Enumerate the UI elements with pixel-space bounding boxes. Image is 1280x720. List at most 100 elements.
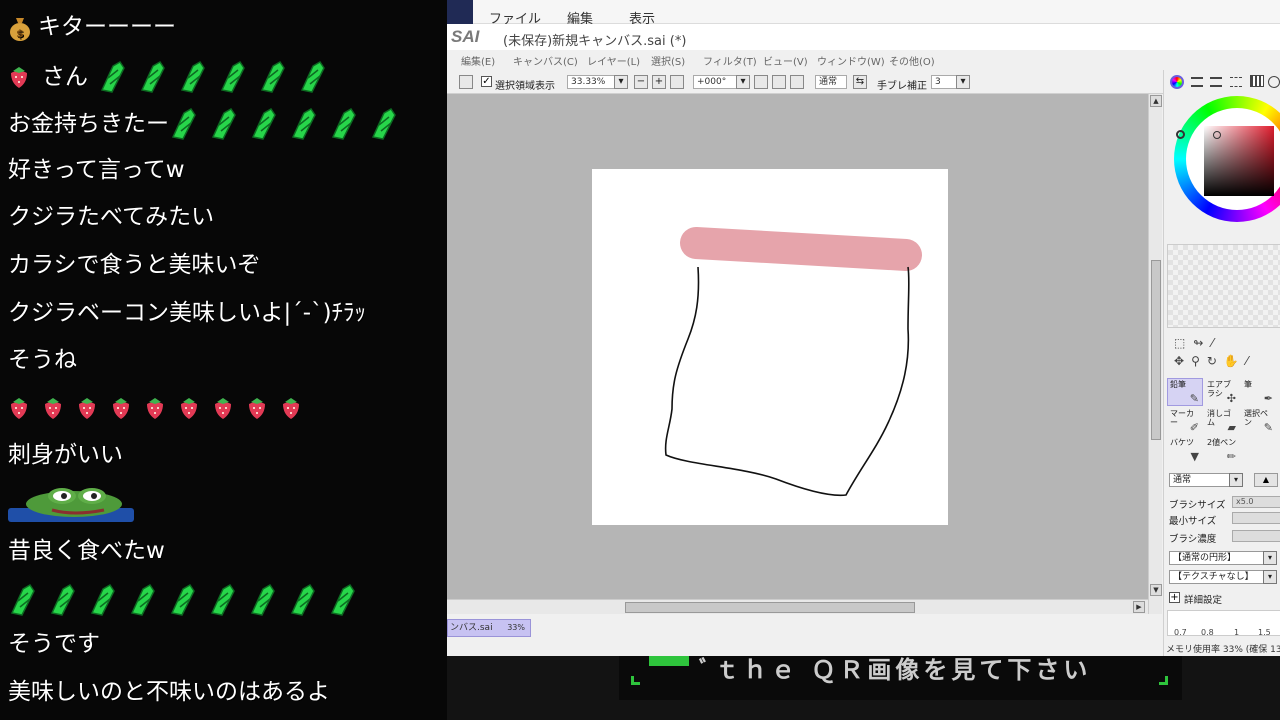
money-bag-icon: $	[10, 17, 30, 41]
vertical-scrollbar[interactable]: ▲ ▼	[1148, 94, 1162, 614]
density-slider[interactable]	[1232, 530, 1280, 542]
canvas-paper[interactable]	[592, 169, 948, 525]
strawberry-icon	[45, 398, 61, 419]
menu-item-window[interactable]: ウィンドウ(W)	[817, 53, 885, 68]
tool-binary-pen[interactable]: 2値ペン ✏	[1204, 436, 1240, 464]
blend-mode-select[interactable]: 通常 ▾	[1169, 473, 1243, 487]
tool-brush[interactable]: 筆 ✒	[1241, 378, 1277, 406]
file-tab[interactable]: ンバス.sai 33%	[447, 619, 531, 637]
horizontal-scrollbar[interactable]: ▶	[447, 599, 1148, 614]
scroll-up-arrow[interactable]: ▲	[1150, 95, 1162, 107]
chat-message	[8, 583, 358, 617]
tool-marker[interactable]: マーカー ✐	[1167, 407, 1203, 435]
strawberry-icon	[11, 398, 27, 419]
tool-binary-pen-label: 2値ペン	[1207, 438, 1237, 447]
chat-message: さん	[8, 60, 328, 94]
pencil-icon: ✎	[1189, 392, 1199, 405]
tool-airbrush[interactable]: エアブラシ ✣	[1204, 378, 1240, 406]
menu-item-layer[interactable]: レイヤー(L)	[587, 53, 640, 68]
lasso-icon[interactable]: ↬	[1193, 336, 1211, 350]
zoom-dropdown[interactable]: ▾	[614, 75, 628, 89]
canvas-area[interactable]	[447, 94, 1148, 599]
green-plant-icon	[290, 584, 315, 616]
frog-emote-icon	[8, 488, 134, 522]
rotate-reset-button[interactable]	[790, 75, 804, 89]
blend-field[interactable]: 通常	[815, 75, 847, 89]
green-plant-icon	[50, 584, 75, 616]
scroll-right-arrow[interactable]: ▶	[1133, 601, 1145, 613]
sai-window: ファイル 編集 表示 SAI (未保存)新規キャンバス.sai (*) 編集(E…	[447, 0, 1280, 656]
eyedropper-icon[interactable]: ⁄	[1246, 354, 1255, 368]
strawberry-icon	[11, 67, 27, 88]
rect-select-icon[interactable]: ⬚	[1174, 336, 1193, 350]
outline-stroke	[664, 266, 910, 497]
menu-item-view[interactable]: ビュー(V)	[763, 53, 808, 68]
flip-button[interactable]: ⇆	[853, 75, 867, 89]
rotate-left-button[interactable]	[754, 75, 768, 89]
color-wheel[interactable]	[1174, 96, 1280, 222]
tool-bucket[interactable]: バケツ ▼	[1167, 436, 1203, 464]
green-plant-icon	[100, 61, 125, 93]
size-preset[interactable]: 0.7	[1174, 628, 1187, 637]
title-bar[interactable]: SAI (未保存)新規キャンバス.sai (*)	[447, 24, 1280, 50]
chat-text: キターーーー	[38, 14, 176, 40]
selection-display-checkbox[interactable]: ✓	[481, 76, 492, 87]
rotation-dropdown[interactable]: ▾	[736, 75, 750, 89]
rgb-slider-tab-icon[interactable]	[1191, 77, 1203, 87]
hand-icon[interactable]: ✋	[1224, 354, 1246, 368]
color-picker[interactable]	[1213, 131, 1221, 139]
toolbar-blank-button[interactable]	[459, 75, 473, 89]
magic-wand-icon[interactable]: ⁄	[1211, 336, 1221, 350]
horizontal-scroll-thumb[interactable]	[625, 602, 915, 613]
move-icon[interactable]: ✥	[1174, 354, 1191, 368]
vertical-scroll-thumb[interactable]	[1151, 260, 1161, 440]
green-plant-icon	[300, 61, 325, 93]
chat-message: お金持ちきたー	[8, 107, 399, 141]
brush-size-label: ブラシサイズ	[1169, 500, 1226, 511]
tool-pencil[interactable]: 鉛筆 ✎	[1167, 378, 1203, 406]
rotate-right-button[interactable]	[772, 75, 786, 89]
overlay-accent-bar	[649, 656, 689, 666]
menu-item-filter[interactable]: フィルタ(T)	[703, 53, 757, 68]
brush-size-slider[interactable]: x5.0	[1232, 496, 1280, 508]
swatch-tab-icon[interactable]	[1250, 75, 1264, 87]
scratchpad-tab-icon[interactable]	[1268, 76, 1280, 88]
airbrush-icon: ✣	[1226, 392, 1236, 405]
menu-item-canvas[interactable]: キャンバス(C)	[513, 53, 578, 68]
zoom-in-button[interactable]: +	[652, 75, 666, 89]
svg-text:$: $	[16, 27, 24, 40]
mixer-tab-icon[interactable]	[1230, 77, 1242, 87]
detail-settings-expander[interactable]: +	[1169, 592, 1180, 603]
min-size-slider[interactable]	[1232, 512, 1280, 524]
size-preset[interactable]: 1.5	[1258, 628, 1271, 637]
menu-item-other[interactable]: その他(O)	[889, 53, 935, 68]
green-plant-icon	[260, 61, 285, 93]
preserve-opacity-button[interactable]: ▲	[1254, 473, 1278, 487]
green-plant-icon	[251, 108, 276, 140]
density-label: ブラシ濃度	[1169, 534, 1217, 545]
texture-select[interactable]: 【テクスチャなし】 ▾	[1169, 570, 1277, 584]
scroll-down-arrow[interactable]: ▼	[1150, 584, 1162, 596]
select-pen-icon: ✎	[1263, 421, 1273, 434]
size-preset[interactable]: 0.8	[1201, 628, 1214, 637]
strawberry-icon	[79, 398, 95, 419]
hsv-slider-tab-icon[interactable]	[1210, 77, 1222, 87]
tool-select-pen[interactable]: 選択ペン ✎	[1241, 407, 1277, 435]
size-preset[interactable]: 1	[1234, 628, 1239, 637]
color-wheel-tab-icon[interactable]	[1170, 75, 1184, 89]
strawberry-icon	[249, 398, 265, 419]
stabilizer-dropdown[interactable]: ▾	[956, 75, 970, 89]
brush-shape-select[interactable]: 【通常の円形】 ▾	[1169, 551, 1277, 565]
color-swatch-area[interactable]	[1167, 244, 1280, 328]
menu-item-select[interactable]: 選択(S)	[651, 53, 685, 68]
zoom-icon[interactable]: ⚲	[1191, 354, 1207, 368]
chat-message: クジラたべてみたい	[8, 204, 215, 230]
tool-eraser[interactable]: 消しゴム ▰	[1204, 407, 1240, 435]
zoom-out-button[interactable]: −	[634, 75, 648, 89]
menu-item-edit[interactable]: 編集(E)	[461, 53, 495, 68]
hue-picker[interactable]	[1176, 130, 1185, 139]
rotate-icon[interactable]: ↻	[1207, 354, 1224, 368]
green-plant-icon	[180, 61, 205, 93]
zoom-reset-button[interactable]	[670, 75, 684, 89]
stabilizer-field[interactable]: 3	[931, 75, 957, 89]
